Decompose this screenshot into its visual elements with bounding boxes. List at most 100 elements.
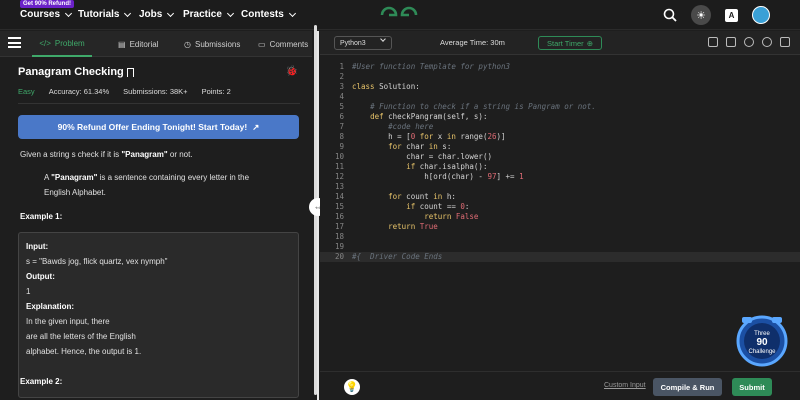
example2-title: Example 2: [20,377,63,386]
compile-run-button[interactable]: Compile & Run [653,378,722,396]
challenge-clock-badge[interactable]: Three 90 Challenge [734,311,790,367]
tab-editorial-label: Editorial [129,39,159,49]
nav-practice[interactable]: Practice [183,9,234,20]
line-number: 20 [334,252,344,261]
code-editor[interactable]: 1 #User function Template for python3 2 3 cl… [320,56,800,376]
copy-icon[interactable] [708,37,718,47]
explanation-line: alphabet. Hence, the output is 1. [26,347,142,356]
code-line[interactable]: 4 [320,92,800,102]
code-line[interactable]: 8 h = [0 for x in range(26)] [320,132,800,142]
clock-icon: ◷ [184,39,191,49]
example1-title: Example 1: [20,212,63,221]
promo-badge[interactable]: Get 90% Refund! [20,0,75,8]
code-line[interactable]: 9 for char in s: [320,142,800,152]
refund-offer-label: 90% Refund Offer Ending Tonight! Start T… [57,122,248,132]
problem-tabbar: </> Problem ▤ Editorial ◷ Submissions ▭ Comm… [0,31,312,57]
input-label: Input: [26,242,49,251]
gfg-logo[interactable] [380,5,418,25]
code-line[interactable]: 7 #code here [320,122,800,132]
code-line[interactable]: 20 #{ Driver Code Ends [320,252,800,262]
line-number: 6 [339,112,344,121]
line-number: 8 [339,132,344,141]
line-number: 14 [334,192,344,201]
tab-comments[interactable]: ▭ Comments [258,31,308,57]
nav-courses[interactable]: Courses [20,9,73,20]
search-icon[interactable] [663,8,677,22]
comment-icon: ▭ [258,39,266,49]
refund-offer-button[interactable]: 90% Refund Offer Ending Tonight! Start T… [18,115,299,139]
submit-button[interactable]: Submit [732,378,772,396]
tab-submissions[interactable]: ◷ Submissions [184,31,240,57]
points-stat: Points: 2 [201,87,231,96]
code-line[interactable]: 14 for count in h: [320,192,800,202]
badge-line3: Challenge [748,349,776,355]
code-text: #{ Driver Code Ends [352,252,443,261]
definition-suffix: is a sentence containing every letter in… [97,173,250,182]
code-text: h = [0 for x in range(26)] [352,132,506,141]
top-navbar: Get 90% Refund! Courses Tutorials Jobs P… [0,0,800,30]
nav-jobs[interactable]: Jobs [139,9,175,20]
translate-icon[interactable]: A [725,8,738,22]
code-line[interactable]: 6 def checkPangram(self, s): [320,112,800,122]
code-line[interactable]: 11 if char.isalpha(): [320,162,800,172]
explanation-line: In the given input, there [26,317,110,326]
avatar[interactable] [752,6,770,24]
chevron-down-icon [64,9,73,17]
code-line[interactable]: 12 h[ord(char) - 97] += 1 [320,172,800,182]
problem-title: Panagram Checking [18,66,134,78]
code-line[interactable]: 1 #User function Template for python3 [320,62,800,72]
tab-problem-label: Problem [54,38,85,48]
code-text: def checkPangram(self, s): [370,112,488,121]
line-number: 19 [334,242,344,251]
code-text: return False [424,212,479,221]
panagram-definition: A "Panagram" is a sentence containing ev… [44,170,249,200]
code-line[interactable]: 19 [320,242,800,252]
line-number: 11 [334,162,344,171]
settings-icon[interactable] [744,37,754,47]
code-line[interactable]: 16 return False [320,212,800,222]
nav-contests[interactable]: Contests [241,9,296,20]
input-value: s = "Bawds jog, flick quartz, vex nymph" [26,257,168,266]
start-timer-button[interactable]: Start Timer ⊕ [538,36,602,50]
nav-contests-label: Contests [241,9,284,20]
tab-editorial[interactable]: ▤ Editorial [118,31,158,57]
code-line[interactable]: 17 return True [320,222,800,232]
editor-toolbar: Python3 Average Time: 30m Start Timer ⊕ [320,31,800,55]
reset-icon[interactable] [762,37,772,47]
menu-icon[interactable] [8,37,21,48]
export-icon[interactable] [726,37,736,47]
nav-courses-label: Courses [20,9,61,20]
tab-problem[interactable]: </> Problem [32,31,92,57]
problem-title-text: Panagram Checking [18,66,124,78]
play-icon: ⊕ [586,38,593,48]
line-number: 15 [334,202,344,211]
line-number: 12 [334,172,344,181]
hint-bulb-icon[interactable]: 💡 [344,379,360,395]
line-number: 1 [339,62,344,71]
code-line[interactable]: 5 # Function to check if a string is Pan… [320,102,800,112]
output-value: 1 [26,287,31,296]
bookmark-icon[interactable] [126,67,134,77]
theme-toggle-icon[interactable]: ☀ [691,5,711,25]
fullscreen-icon[interactable] [780,37,790,47]
chevron-down-icon [124,9,132,17]
line-number: 7 [339,122,344,131]
code-line[interactable]: 13 [320,182,800,192]
code-line[interactable]: 2 [320,72,800,82]
code-line[interactable]: 18 [320,232,800,242]
code-line[interactable]: 15 if count == 0: [320,202,800,212]
editor-panel: Python3 Average Time: 30m Start Timer ⊕ … [320,31,800,400]
custom-input-link[interactable]: Custom Input [604,382,646,389]
code-line[interactable]: 3 class Solution: [320,82,800,92]
nav-tutorials[interactable]: Tutorials [78,9,132,20]
bug-report-icon[interactable]: 🐞 [286,66,298,77]
average-time: Average Time: 30m [440,38,505,47]
code-line[interactable]: 10 char = char.lower() [320,152,800,162]
line-number: 5 [339,102,344,111]
code-icon: </> [39,38,51,48]
language-select[interactable]: Python3 [334,36,392,50]
output-label: Output: [26,272,55,281]
external-link-icon: ↗ [252,121,260,132]
code-text: # Function to check if a string is Pangr… [370,102,596,111]
code-text: #code here [388,122,434,131]
